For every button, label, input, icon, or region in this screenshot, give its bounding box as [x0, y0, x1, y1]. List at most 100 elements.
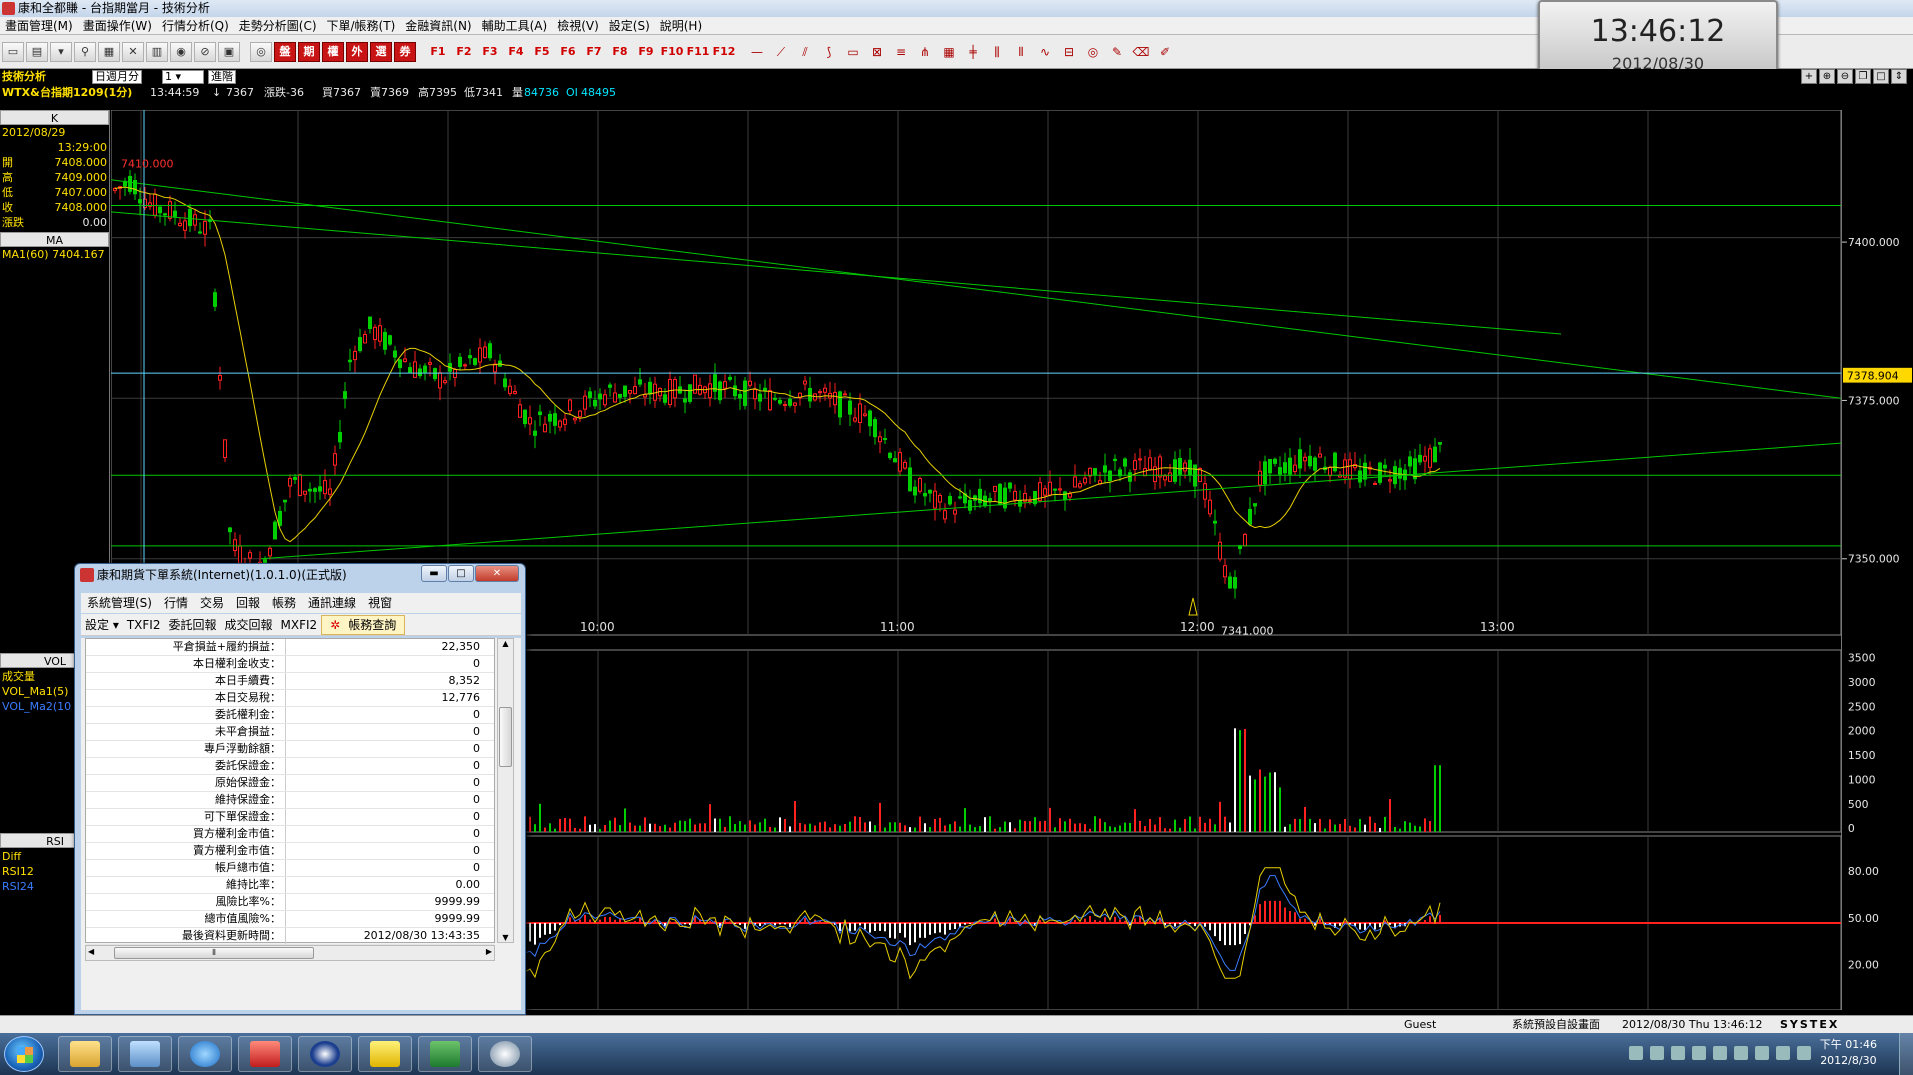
horizontal-scroll-thumb[interactable]: ⦀: [114, 947, 314, 959]
add-icon[interactable]: +: [1801, 69, 1817, 84]
pen-icon[interactable]: ✎: [1106, 42, 1128, 62]
scroll-down-icon[interactable]: ▼: [498, 933, 513, 942]
parallel-icon[interactable]: ⫽: [794, 42, 816, 62]
order-menu-connection[interactable]: 通訊連線: [302, 593, 362, 613]
tray-icon-2[interactable]: [1650, 1046, 1664, 1060]
menu-item-help[interactable]: 說明(H): [655, 17, 707, 34]
cycle-icon[interactable]: ⦀: [1010, 42, 1032, 62]
vertical-scrollbar[interactable]: ▲ ▼: [497, 638, 514, 943]
order-menu-quote[interactable]: 行情: [158, 593, 194, 613]
close-icon[interactable]: ✕: [475, 565, 519, 582]
quote-button-foreign[interactable]: 外: [346, 42, 368, 62]
cross-rect-icon[interactable]: ⊠: [866, 42, 888, 62]
keyboard-icon[interactable]: ▭: [2, 42, 24, 62]
ma-header[interactable]: MA: [0, 232, 109, 247]
search-icon[interactable]: ⚲: [74, 42, 96, 62]
order-window[interactable]: 康和期貨下單系統(Internet)(1.0.1.0)(正式版) ▬ □ ✕ 系…: [74, 563, 526, 1015]
fan-icon[interactable]: ⋔: [914, 42, 936, 62]
tray-icon-7[interactable]: [1755, 1046, 1769, 1060]
tray-icon-8[interactable]: [1776, 1046, 1790, 1060]
quote-button-futures[interactable]: 期: [298, 42, 320, 62]
horizontal-scrollbar[interactable]: ◀ ⦀ ▶: [85, 945, 495, 961]
scroll-up-icon[interactable]: ▲: [498, 639, 513, 648]
quote-button-options[interactable]: 權: [322, 42, 344, 62]
tray-icon-1[interactable]: [1629, 1046, 1643, 1060]
monitor-icon[interactable]: ▣: [218, 42, 240, 62]
menu-item-settings[interactable]: 設定(S): [604, 17, 655, 34]
trendline-icon[interactable]: ⟋: [770, 42, 792, 62]
order-tab-fill-report[interactable]: 成交回報: [221, 614, 277, 635]
fkey-f3[interactable]: F3: [478, 42, 502, 62]
menu-item-tools[interactable]: 輔助工具(A): [477, 17, 553, 34]
maximize-icon[interactable]: □: [448, 565, 474, 582]
hline-icon[interactable]: —: [746, 42, 768, 62]
menu-item-screen-ops[interactable]: 畫面操作(W): [78, 17, 157, 34]
start-button[interactable]: [4, 1036, 44, 1072]
period-value-select[interactable]: 1 ▾: [162, 70, 204, 84]
menu-item-order-account[interactable]: 下單/帳務(T): [322, 17, 401, 34]
advanced-button[interactable]: 進階: [208, 70, 236, 84]
globe-icon[interactable]: ◉: [170, 42, 192, 62]
order-tab-txfi2[interactable]: TXFI2: [123, 614, 165, 635]
period-selector[interactable]: 日週月分: [92, 70, 142, 84]
hline2-icon[interactable]: ⊟: [1058, 42, 1080, 62]
ruler-icon[interactable]: ╪: [962, 42, 984, 62]
restore-icon[interactable]: ❐: [1855, 69, 1871, 84]
tray-icon-4[interactable]: [1692, 1046, 1706, 1060]
fkey-f5[interactable]: F5: [530, 42, 554, 62]
menu-item-quote-analysis[interactable]: 行情分析(Q): [157, 17, 234, 34]
fkey-f6[interactable]: F6: [556, 42, 580, 62]
grid-icon[interactable]: ▦: [938, 42, 960, 62]
taskbar-excel[interactable]: [418, 1036, 472, 1072]
order-menu-trade[interactable]: 交易: [194, 593, 230, 613]
scroll-left-icon[interactable]: ◀: [88, 947, 94, 956]
vertical-scroll-thumb[interactable]: [499, 707, 512, 767]
fkey-f10[interactable]: F10: [660, 42, 684, 62]
wave-icon[interactable]: ∿: [1034, 42, 1056, 62]
fkey-f12[interactable]: F12: [712, 42, 736, 62]
k-header[interactable]: K: [0, 110, 109, 125]
quote-button-select[interactable]: 選: [370, 42, 392, 62]
table-icon[interactable]: ▥: [146, 42, 168, 62]
taskbar-concord[interactable]: [298, 1036, 352, 1072]
maximize-icon[interactable]: □: [1873, 69, 1889, 84]
close-window-icon[interactable]: ✕: [122, 42, 144, 62]
taskbar-app-4[interactable]: [238, 1036, 292, 1072]
quote-button-securities[interactable]: 券: [394, 42, 416, 62]
order-settings-dropdown[interactable]: 設定 ▾: [81, 614, 123, 635]
brush-icon[interactable]: ✐: [1154, 42, 1176, 62]
bars-icon[interactable]: ⫼: [986, 42, 1008, 62]
logo-icon[interactable]: ◎: [250, 42, 272, 62]
taskbar-clock[interactable]: 下午 01:46 2012/8/30: [1820, 1037, 1877, 1069]
order-menu-system[interactable]: 系統管理(S): [81, 593, 158, 613]
order-tab-order-report[interactable]: 委託回報: [164, 614, 220, 635]
link-icon[interactable]: ⊘: [194, 42, 216, 62]
order-tab-mxfi2[interactable]: MXFI2: [277, 614, 322, 635]
order-menu-report[interactable]: 回報: [230, 593, 266, 613]
fkey-f11[interactable]: F11: [686, 42, 710, 62]
order-tab-account-query[interactable]: ✲ 帳務查詢: [321, 615, 406, 635]
menu-item-screen-mgmt[interactable]: 畫面管理(M): [0, 17, 78, 34]
menu-item-trend-chart[interactable]: 走勢分析圖(C): [234, 17, 322, 34]
taskbar-trading-app[interactable]: [358, 1036, 412, 1072]
minimize-icon[interactable]: ▬: [421, 565, 447, 582]
tray-icon-9[interactable]: [1797, 1046, 1811, 1060]
fkey-f9[interactable]: F9: [634, 42, 658, 62]
menu-item-view[interactable]: 檢視(V): [552, 17, 604, 34]
fkey-f1[interactable]: F1: [426, 42, 450, 62]
scroll-icon[interactable]: ⇕: [1891, 69, 1907, 84]
dropdown-icon[interactable]: ▾: [50, 42, 72, 62]
zigzag-icon[interactable]: ⟆: [818, 42, 840, 62]
fkey-f4[interactable]: F4: [504, 42, 528, 62]
print-icon[interactable]: ▦: [98, 42, 120, 62]
order-menu-window[interactable]: 視窗: [362, 593, 398, 613]
order-menu-account[interactable]: 帳務: [266, 593, 302, 613]
taskbar-app-2[interactable]: [118, 1036, 172, 1072]
taskbar-ie[interactable]: [178, 1036, 232, 1072]
tray-icon-6[interactable]: [1734, 1046, 1748, 1060]
circle-icon[interactable]: ◎: [1082, 42, 1104, 62]
show-desktop-button[interactable]: [1899, 1033, 1913, 1075]
zoom-out-icon[interactable]: ⊖: [1837, 69, 1853, 84]
taskbar-explorer[interactable]: [58, 1036, 112, 1072]
tray-icon-5[interactable]: [1713, 1046, 1727, 1060]
